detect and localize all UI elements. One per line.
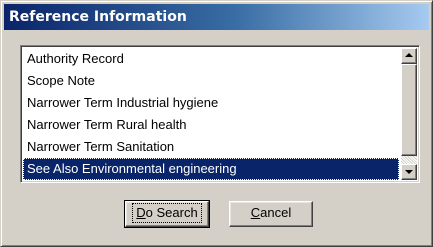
do-search-mnemonic: D — [136, 205, 146, 220]
list-item-narrower-industrial-hygiene[interactable]: Narrower Term Industrial hygiene — [23, 92, 399, 114]
triangle-down-icon — [405, 170, 413, 174]
reference-list: Authority Record Scope Note Narrower Ter… — [23, 48, 399, 180]
cancel-label-rest: ancel — [260, 205, 292, 220]
reference-information-dialog: Reference Information Authority Record S… — [0, 0, 433, 247]
do-search-label-rest: o Search — [145, 205, 198, 220]
list-item-narrower-rural-health[interactable]: Narrower Term Rural health — [23, 114, 399, 136]
list-item-narrower-sanitation[interactable]: Narrower Term Sanitation — [23, 136, 399, 158]
scroll-down-button[interactable] — [401, 164, 417, 180]
vertical-scrollbar[interactable] — [401, 48, 417, 180]
cancel-mnemonic: C — [250, 205, 261, 220]
cancel-label: Cancel — [251, 202, 291, 224]
dialog-title: Reference Information — [9, 9, 187, 25]
cancel-button[interactable]: Cancel — [229, 201, 313, 227]
list-item-see-also-environmental-engineering[interactable]: See Also Environmental engineering — [23, 158, 399, 180]
reference-listbox[interactable]: Authority Record Scope Note Narrower Ter… — [20, 45, 420, 183]
list-item-scope-note[interactable]: Scope Note — [23, 70, 399, 92]
scroll-up-button[interactable] — [401, 48, 417, 64]
triangle-up-icon — [405, 53, 413, 57]
list-item-authority-record[interactable]: Authority Record — [23, 48, 399, 70]
do-search-button[interactable]: Do Search — [124, 200, 210, 228]
scrollbar-thumb[interactable] — [401, 64, 417, 156]
title-bar[interactable]: Reference Information — [4, 4, 429, 30]
do-search-label: Do Search — [132, 203, 202, 223]
